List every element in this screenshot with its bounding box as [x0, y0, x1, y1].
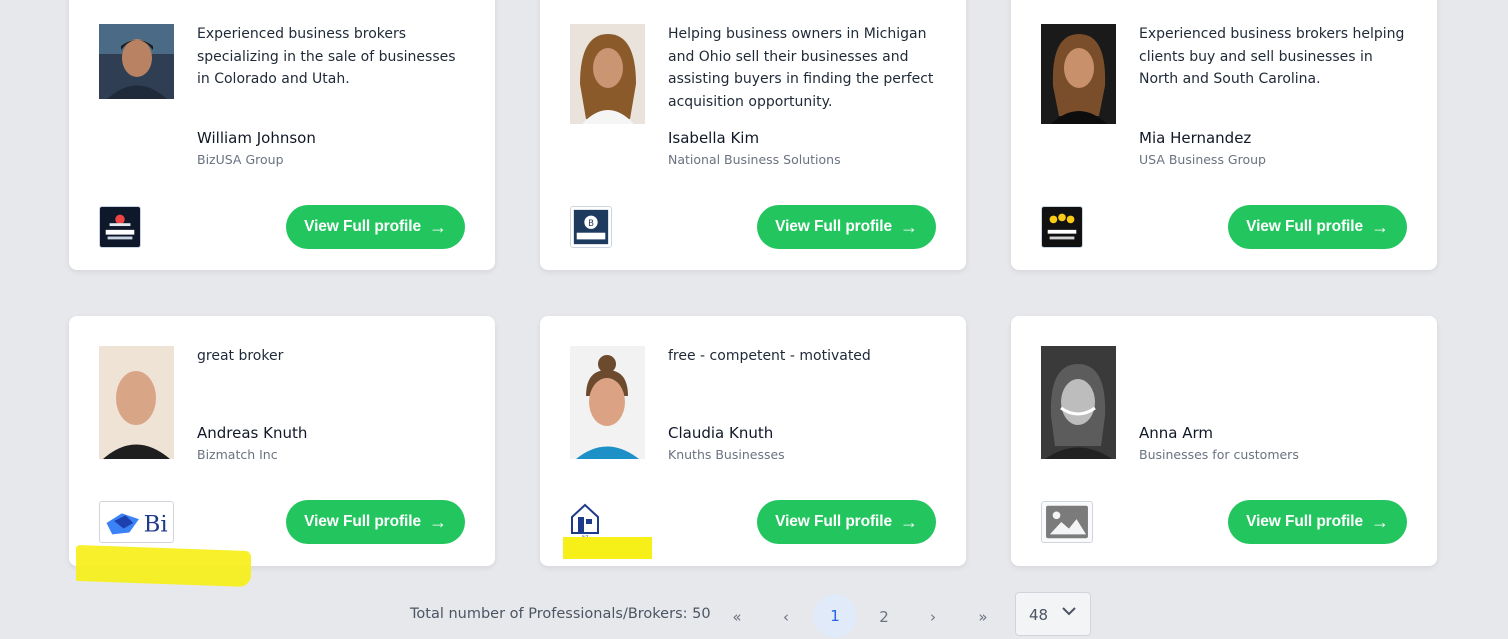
- broker-card: Anna Arm Businesses for customers View F…: [1011, 316, 1437, 566]
- view-full-profile-button[interactable]: View Full profile →: [1228, 500, 1407, 544]
- house-logo: BIZ: [570, 501, 600, 541]
- broker-photo: [1041, 346, 1116, 459]
- view-full-profile-button[interactable]: View Full profile →: [286, 205, 465, 249]
- view-full-profile-label: View Full profile: [775, 513, 892, 530]
- company-logo: B: [570, 206, 612, 248]
- view-full-profile-label: View Full profile: [304, 218, 421, 235]
- broker-name: Andreas Knuth: [197, 424, 308, 442]
- arrow-right-icon: →: [899, 512, 918, 532]
- view-full-profile-button[interactable]: View Full profile →: [757, 500, 936, 544]
- broker-name: Anna Arm: [1139, 424, 1214, 442]
- highlight-marker: [563, 537, 652, 559]
- arrow-right-icon: →: [899, 217, 918, 237]
- view-full-profile-button[interactable]: View Full profile →: [286, 500, 465, 544]
- company-logo: [99, 206, 141, 248]
- broker-company: National Business Solutions: [668, 152, 841, 167]
- page-2-button[interactable]: 2: [862, 595, 906, 639]
- arrow-right-icon: →: [428, 512, 447, 532]
- broker-card: Experienced business brokers helping cli…: [1011, 0, 1437, 270]
- bizmatch-logo: Bi: [99, 501, 174, 543]
- broker-company: Bizmatch Inc: [197, 447, 278, 462]
- broker-company: Knuths Businesses: [668, 447, 785, 462]
- broker-company: USA Business Group: [1139, 152, 1266, 167]
- view-full-profile-label: View Full profile: [1246, 513, 1363, 530]
- page-1-button[interactable]: 1: [813, 594, 857, 638]
- broker-card: Helping business owners in Michigan and …: [540, 0, 966, 270]
- broker-photo: [570, 24, 645, 124]
- total-count-label: Total number of Professionals/Brokers: 5…: [410, 606, 711, 622]
- broker-description: Experienced business brokers specializin…: [197, 26, 456, 87]
- broker-description: free - competent - motivated: [668, 348, 871, 364]
- prev-page-button[interactable]: ‹: [764, 595, 808, 639]
- broker-photo: [570, 346, 645, 459]
- pagination-bar: Total number of Professionals/Brokers: 5…: [0, 592, 1508, 638]
- broker-photo: [1041, 24, 1116, 124]
- svg-text:B: B: [588, 219, 594, 229]
- arrow-right-icon: →: [428, 217, 447, 237]
- first-page-button[interactable]: «: [715, 595, 759, 639]
- broker-name: Mia Hernandez: [1139, 129, 1252, 147]
- next-page-button[interactable]: ›: [911, 595, 955, 639]
- company-logo: [1041, 206, 1083, 248]
- chevron-down-icon: [1060, 602, 1078, 624]
- page-size-select[interactable]: 48: [1015, 592, 1091, 636]
- image-placeholder-icon: [1041, 501, 1093, 543]
- broker-name: Claudia Knuth: [668, 424, 774, 442]
- view-full-profile-button[interactable]: View Full profile →: [757, 205, 936, 249]
- broker-card: free - competent - motivated Claudia Knu…: [540, 316, 966, 566]
- broker-company: BizUSA Group: [197, 152, 284, 167]
- broker-description: Experienced business brokers helping cli…: [1139, 26, 1405, 87]
- last-page-button[interactable]: »: [961, 595, 1005, 639]
- view-full-profile-button[interactable]: View Full profile →: [1228, 205, 1407, 249]
- broker-photo: [99, 346, 174, 459]
- bizmatch-logo-text: Bi: [144, 512, 168, 538]
- broker-name: William Johnson: [197, 129, 316, 147]
- view-full-profile-label: View Full profile: [304, 513, 421, 530]
- broker-photo: [99, 24, 174, 99]
- broker-company: Businesses for customers: [1139, 447, 1299, 462]
- page-size-value: 48: [1029, 606, 1049, 624]
- broker-description: Helping business owners in Michigan and …: [668, 26, 934, 110]
- arrow-right-icon: →: [1370, 217, 1389, 237]
- view-full-profile-label: View Full profile: [1246, 218, 1363, 235]
- arrow-right-icon: →: [1370, 512, 1389, 532]
- broker-name: Isabella Kim: [668, 129, 760, 147]
- broker-card: great broker Andreas Knuth Bizmatch Inc …: [69, 316, 495, 566]
- broker-card: Experienced business brokers specializin…: [69, 0, 495, 270]
- highlight-marker: [76, 544, 251, 588]
- broker-description: great broker: [197, 348, 284, 364]
- view-full-profile-label: View Full profile: [775, 218, 892, 235]
